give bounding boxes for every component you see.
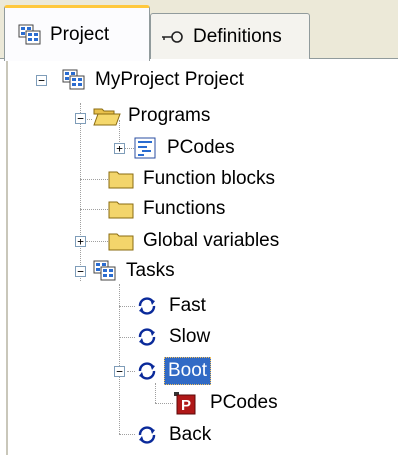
tree-item-label-selected: Boot [164, 357, 212, 385]
tree-line [155, 383, 157, 403]
pane-left-border [6, 58, 8, 455]
tree-line [119, 306, 135, 308]
tree-item-function-blocks[interactable]: Function blocks [108, 164, 278, 194]
tree-item-functions[interactable]: Functions [108, 194, 228, 224]
collapse-button[interactable]: − [36, 75, 47, 86]
tree-item-task-slow[interactable]: Slow [136, 322, 213, 352]
tree-item-label: PCodes [167, 137, 235, 158]
tree-item-label: Programs [128, 105, 211, 126]
tree-item-label: Global variables [143, 230, 280, 251]
folder-icon [108, 198, 134, 220]
tree-item-tasks[interactable]: Tasks [93, 256, 178, 286]
tree-item-label: Function blocks [143, 168, 276, 189]
program-instance-icon: P [173, 391, 197, 415]
collapse-button[interactable]: − [75, 266, 86, 277]
tree-item-task-back[interactable]: Back [136, 420, 214, 450]
expand-button[interactable]: + [114, 143, 125, 154]
tree-item-label: Back [169, 424, 212, 445]
tree-line [155, 403, 173, 405]
tree-item-boot-pcodes[interactable]: P PCodes [173, 388, 281, 418]
tree-line [80, 103, 82, 281]
tree-item-programs[interactable]: Programs [93, 101, 213, 131]
key-icon [161, 30, 185, 44]
svg-text:P: P [181, 397, 191, 414]
collapse-button[interactable]: − [75, 113, 86, 124]
tree-item-label: PCodes [210, 392, 278, 413]
tab-project[interactable]: Project [4, 5, 150, 61]
tree-line [80, 209, 108, 211]
project-icon [18, 24, 42, 46]
expand-button[interactable]: + [75, 236, 86, 247]
tree-item-label: MyProject Project [95, 69, 244, 90]
tree-line [119, 337, 135, 339]
cycle-task-icon [136, 424, 158, 446]
tree-item-pcodes[interactable]: PCodes [134, 133, 238, 163]
tree-item-root[interactable]: MyProject Project [62, 65, 247, 95]
tree-line [80, 179, 108, 181]
tree-item-task-boot[interactable]: Boot [136, 356, 212, 386]
tree-item-label: Functions [143, 198, 226, 219]
folder-icon [108, 168, 134, 190]
project-icon [62, 69, 86, 91]
tree-item-global-variables[interactable]: Global variables [108, 226, 282, 256]
tab-definitions-label: Definitions [193, 25, 282, 47]
tree-item-label: Slow [169, 326, 211, 347]
tree-line [127, 371, 135, 373]
tree-line [86, 241, 108, 243]
tree-item-task-fast[interactable]: Fast [136, 291, 209, 321]
tab-project-label: Project [50, 23, 110, 45]
tree-line [119, 434, 135, 436]
collapse-button[interactable]: − [114, 366, 125, 377]
cycle-task-icon [136, 295, 158, 317]
tree-item-label: Tasks [126, 260, 175, 281]
tasks-icon [93, 260, 117, 282]
cycle-task-icon [136, 326, 158, 348]
tree-item-label: Fast [169, 295, 206, 316]
folder-icon [108, 230, 134, 252]
tab-definitions[interactable]: Definitions [150, 13, 310, 59]
program-icon [134, 137, 156, 159]
cycle-task-icon [136, 360, 158, 382]
open-folder-icon [93, 105, 121, 127]
